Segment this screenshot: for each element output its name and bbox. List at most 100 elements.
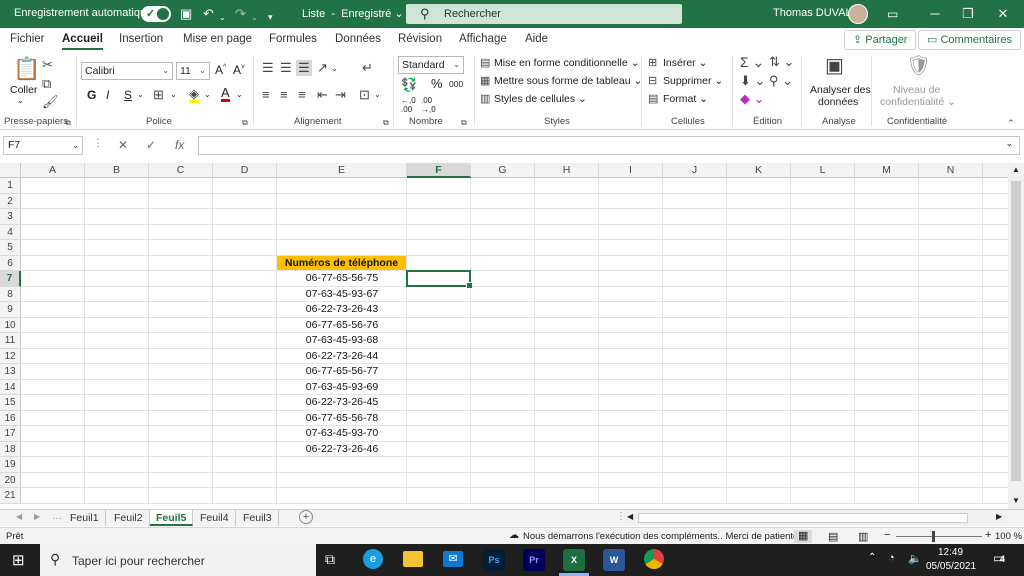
cell-phone-number[interactable]: 06-77-65-56-78 (277, 411, 407, 427)
cell-phone-number[interactable]: 06-22-73-26-46 (277, 442, 407, 458)
add-sheet-button[interactable]: + (299, 510, 313, 524)
tab-fichier[interactable]: Fichier (10, 33, 45, 45)
zoom-level[interactable]: 100 % (995, 531, 1022, 542)
autosave-toggle[interactable]: ✓ (141, 6, 171, 22)
cell-phone-number[interactable]: 06-77-65-56-75 (277, 271, 407, 287)
paste-dropdown-icon[interactable]: ⌄ (17, 96, 24, 105)
find-select-icon[interactable]: ⚲ ⌄ (769, 74, 793, 88)
copy-icon[interactable]: ⧉ (42, 77, 51, 91)
row-header-20[interactable]: 20 (0, 472, 21, 488)
italic-button[interactable]: I (106, 88, 109, 102)
search-box[interactable]: ⚲ Rechercher (406, 4, 682, 24)
page-break-icon[interactable]: ▥ (858, 530, 868, 543)
tab-donnees[interactable]: Données (335, 33, 381, 45)
share-button[interactable]: ⇪ Partager (844, 30, 917, 50)
tab-mise-en-page[interactable]: Mise en page (183, 33, 252, 45)
restore-icon[interactable]: ❐ (953, 4, 983, 24)
taskbar-date[interactable]: 05/05/2021 (926, 561, 976, 572)
row-header-8[interactable]: 8 (0, 286, 21, 302)
row-header-10[interactable]: 10 (0, 317, 21, 333)
tab-aide[interactable]: Aide (525, 33, 548, 45)
bold-button[interactable]: G (87, 88, 96, 102)
align-bottom-icon[interactable]: ☰ (296, 60, 312, 76)
format-table-button[interactable]: Mettre sous forme de tableau ⌄ (494, 75, 642, 87)
customize-toolbar-icon[interactable]: ▾ (268, 8, 273, 26)
format-painter-icon[interactable]: 🖌 (42, 95, 59, 109)
format-table-icon[interactable]: ▦ (480, 74, 490, 88)
vertical-scrollbar[interactable]: ▲ ▼ (1008, 163, 1024, 509)
column-header-g[interactable]: G (471, 163, 535, 178)
scroll-down-icon[interactable]: ▼ (1012, 496, 1020, 505)
row-header-1[interactable]: 1 (0, 178, 21, 194)
cell-phone-number[interactable]: 06-77-65-56-77 (277, 364, 407, 380)
fill-color-icon[interactable]: ◈ (189, 87, 199, 103)
comments-button[interactable]: ▭ Commentaires (918, 30, 1021, 50)
spreadsheet-grid[interactable]: A B C D E F G H I J K L M N 1 2 3 4 5 6 7 8 9 10 11 12 13 14 15 16 17 1… (0, 163, 1024, 509)
insert-cells-button[interactable]: Insérer ⌄ (663, 57, 707, 69)
zoom-out-icon[interactable]: − (884, 529, 890, 541)
fill-icon[interactable]: ⬇ ⌄ (740, 74, 765, 88)
column-header-a[interactable]: A (21, 163, 85, 178)
tray-chevron-icon[interactable]: ⌃ (868, 552, 876, 563)
redo-icon[interactable]: ↷ (235, 5, 246, 23)
document-title[interactable]: Liste - Enregistré ⌄ (302, 7, 404, 20)
taskbar-app-ps[interactable]: Ps (483, 549, 505, 571)
sheet-more-icon[interactable]: … (52, 511, 62, 522)
orientation-dropdown-icon[interactable]: ⌄ (331, 64, 338, 73)
taskbar-search[interactable]: ⚲ Taper ici pour rechercher (40, 544, 316, 576)
normal-view-icon[interactable]: ▦ (794, 530, 813, 543)
column-header-k[interactable]: K (727, 163, 791, 178)
merge-dropdown-icon[interactable]: ⌄ (374, 90, 381, 99)
conditional-format-button[interactable]: Mise en forme conditionnelle ⌄ (494, 57, 639, 69)
cell-phone-number[interactable]: 07-63-45-93-70 (277, 426, 407, 442)
taskbar-app-pr[interactable]: Pr (523, 549, 545, 571)
sheet-tab-feuil1[interactable]: Feuil1 (64, 510, 106, 526)
accounting-format-icon[interactable]: 💱 (401, 78, 417, 92)
scroll-thumb[interactable] (1011, 181, 1021, 481)
analyze-data-icon[interactable]: ▣ (825, 56, 844, 76)
underline-button[interactable]: S (124, 88, 132, 102)
tab-formules[interactable]: Formules (269, 33, 317, 45)
decrease-decimal-button[interactable]: .00 →,0 (421, 96, 436, 114)
column-header-b[interactable]: B (85, 163, 149, 178)
clear-icon[interactable]: ◆ ⌄ (740, 92, 765, 106)
more-options-icon[interactable]: ⋮ (93, 138, 103, 149)
wrap-text-icon[interactable]: ↵ (362, 61, 373, 75)
tab-revision[interactable]: Révision (398, 33, 442, 45)
volume-icon[interactable]: 🔈 (908, 552, 922, 565)
tab-affichage[interactable]: Affichage (459, 33, 507, 45)
row-header-6[interactable]: 6 (0, 255, 21, 271)
row-header-21[interactable]: 21 (0, 488, 21, 504)
undo-dropdown-icon[interactable]: ⌄ (219, 9, 226, 27)
merge-center-icon[interactable]: ⊡ (359, 88, 370, 102)
decrease-indent-icon[interactable]: ⇤ (317, 88, 328, 102)
windows-start-icon[interactable]: ⊞ (12, 551, 25, 569)
chrome-icon[interactable] (644, 549, 664, 569)
increase-indent-icon[interactable]: ⇥ (335, 88, 346, 102)
cell-phone-number[interactable]: 06-77-65-56-76 (277, 318, 407, 334)
cell-styles-icon[interactable]: ▥ (480, 92, 490, 106)
zoom-slider-thumb[interactable] (932, 531, 935, 542)
row-header-9[interactable]: 9 (0, 302, 21, 318)
file-explorer-icon[interactable] (403, 551, 423, 567)
scroll-up-icon[interactable]: ▲ (1012, 165, 1020, 174)
borders-dropdown-icon[interactable]: ⌄ (170, 90, 177, 99)
zoom-slider[interactable] (896, 536, 982, 537)
format-cells-button[interactable]: Format ⌄ (663, 93, 708, 105)
zoom-in-icon[interactable]: + (985, 529, 991, 541)
taskbar-time[interactable]: 12:49 (938, 547, 963, 558)
sheet-tab-feuil5[interactable]: Feuil5 (150, 510, 194, 526)
cell-phone-number[interactable]: 06-22-73-26-44 (277, 349, 407, 365)
row-header-12[interactable]: 12 (0, 348, 21, 364)
cancel-icon[interactable]: ✕ (118, 138, 128, 152)
font-size-select[interactable]: 11 ⌄ (176, 62, 210, 80)
autosum-icon[interactable]: Σ ⌄ (740, 55, 764, 69)
conditional-format-icon[interactable]: ▤ (480, 56, 490, 70)
column-header-m[interactable]: M (855, 163, 919, 178)
wifi-icon[interactable]: ◔ (888, 552, 895, 564)
paste-icon[interactable]: 📋 (13, 58, 40, 80)
tab-insertion[interactable]: Insertion (119, 33, 163, 45)
ribbon-display-icon[interactable]: ▭ (887, 5, 898, 23)
cut-icon[interactable]: ✂ (42, 58, 53, 72)
select-all-corner[interactable] (0, 163, 21, 178)
